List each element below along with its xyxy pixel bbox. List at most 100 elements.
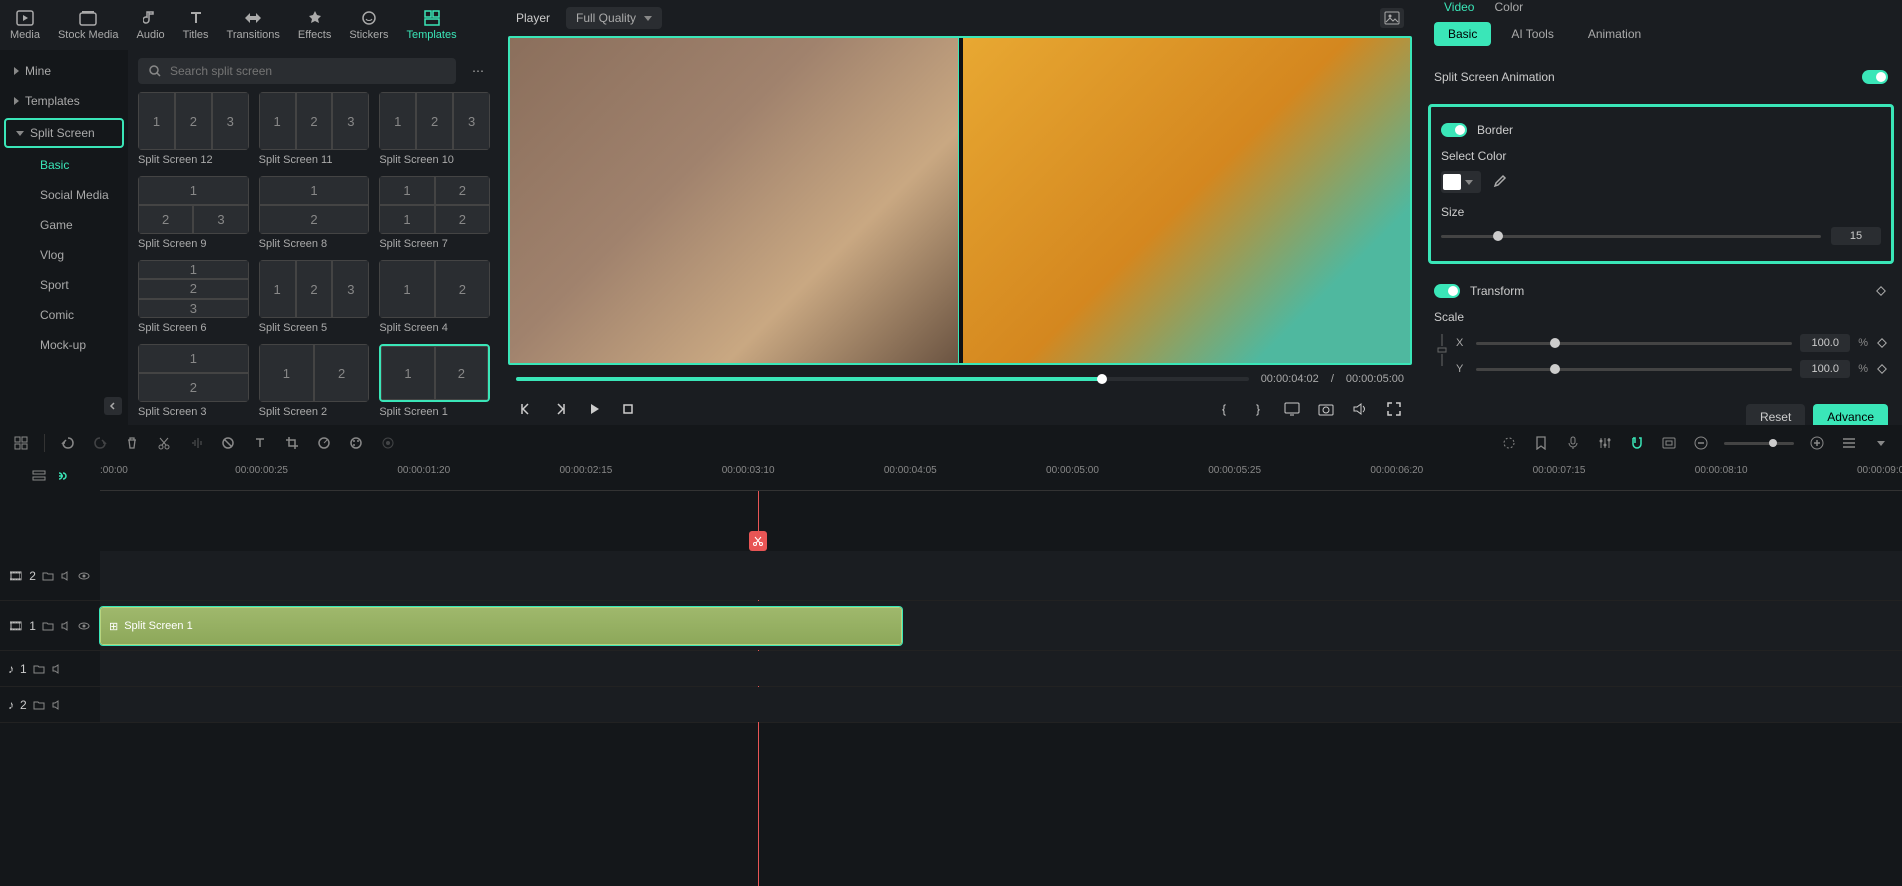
template-item[interactable]: 123Split Screen 12 xyxy=(138,92,249,166)
slider-handle[interactable] xyxy=(1550,364,1560,374)
mute-icon[interactable] xyxy=(60,620,72,632)
template-item[interactable]: 12Split Screen 3 xyxy=(138,344,249,417)
template-item[interactable]: 123Split Screen 5 xyxy=(259,260,370,334)
folder-icon[interactable] xyxy=(42,570,54,582)
track-body[interactable] xyxy=(100,551,1902,600)
mixer-icon[interactable] xyxy=(1596,434,1614,452)
magnetic-icon[interactable] xyxy=(1628,434,1646,452)
fit-icon[interactable] xyxy=(1840,434,1858,452)
sidebar-sub-comic[interactable]: Comic xyxy=(0,300,128,330)
template-item[interactable]: 123Split Screen 10 xyxy=(379,92,490,166)
mute-icon[interactable] xyxy=(60,570,72,582)
template-item[interactable]: 12Split Screen 2 xyxy=(259,344,370,417)
folder-icon[interactable] xyxy=(42,620,54,632)
sidebar-sub-sport[interactable]: Sport xyxy=(0,270,128,300)
snap-icon[interactable] xyxy=(1660,434,1678,452)
folder-icon[interactable] xyxy=(33,699,45,711)
folder-icon[interactable] xyxy=(33,663,45,675)
tab-media[interactable]: Media xyxy=(10,9,40,41)
speed-icon[interactable] xyxy=(315,434,333,452)
marker-icon[interactable] xyxy=(1532,434,1550,452)
player-viewer[interactable] xyxy=(508,36,1412,365)
voiceover-icon[interactable] xyxy=(1564,434,1582,452)
text-tool-icon[interactable] xyxy=(251,434,269,452)
tab-transitions[interactable]: Transitions xyxy=(227,9,280,41)
template-thumb[interactable]: 123 xyxy=(379,92,490,150)
tab-templates[interactable]: Templates xyxy=(406,9,456,41)
link-tracks-icon[interactable] xyxy=(54,469,68,483)
zoom-in-icon[interactable] xyxy=(1808,434,1826,452)
sidebar-sub-vlog[interactable]: Vlog xyxy=(0,240,128,270)
tab-audio[interactable]: Audio xyxy=(137,9,165,41)
template-thumb[interactable]: 123 xyxy=(138,260,249,318)
tab-video[interactable]: Video xyxy=(1444,0,1474,14)
template-item[interactable]: 123Split Screen 9 xyxy=(138,176,249,250)
sidebar-item-split-screen[interactable]: Split Screen xyxy=(4,118,124,148)
subtab-basic[interactable]: Basic xyxy=(1434,22,1491,46)
template-thumb[interactable]: 12 xyxy=(259,344,370,402)
slider-handle[interactable] xyxy=(1550,338,1560,348)
template-item[interactable]: 12Split Screen 4 xyxy=(379,260,490,334)
template-thumb[interactable]: 1212 xyxy=(379,176,490,234)
keyframe-icon[interactable] xyxy=(1876,337,1888,349)
undo-icon[interactable] xyxy=(59,434,77,452)
display-button[interactable] xyxy=(1282,399,1302,419)
timeline-clip[interactable]: ⊞ Split Screen 1 xyxy=(100,607,902,645)
mark-in-button[interactable]: { xyxy=(1214,399,1234,419)
volume-button[interactable] xyxy=(1350,399,1370,419)
grid-tool-icon[interactable] xyxy=(12,434,30,452)
tab-stickers[interactable]: Stickers xyxy=(349,9,388,41)
visibility-icon[interactable] xyxy=(78,620,90,632)
template-thumb[interactable]: 123 xyxy=(138,92,249,150)
more-button[interactable]: ⋯ xyxy=(466,59,490,83)
template-item[interactable]: 1212Split Screen 7 xyxy=(379,176,490,250)
template-thumb[interactable]: 123 xyxy=(138,176,249,234)
template-thumb[interactable]: 12 xyxy=(259,176,370,234)
tab-effects[interactable]: Effects xyxy=(298,9,331,41)
scale-x-value[interactable]: 100.0 xyxy=(1800,334,1850,352)
transform-toggle[interactable] xyxy=(1434,284,1460,298)
play-button[interactable] xyxy=(584,399,604,419)
mute-icon[interactable] xyxy=(51,663,63,675)
size-slider[interactable] xyxy=(1441,235,1821,238)
disable-icon[interactable] xyxy=(219,434,237,452)
zoom-handle[interactable] xyxy=(1769,439,1777,447)
template-thumb[interactable]: 123 xyxy=(259,260,370,318)
sidebar-item-mine[interactable]: Mine xyxy=(0,56,128,86)
seek-bar[interactable] xyxy=(516,377,1249,381)
audio-edit-icon[interactable] xyxy=(187,434,205,452)
zoom-out-icon[interactable] xyxy=(1692,434,1710,452)
scale-x-slider[interactable] xyxy=(1476,342,1792,345)
track-body[interactable] xyxy=(100,687,1902,722)
options-icon[interactable] xyxy=(1872,434,1890,452)
template-thumb[interactable]: 123 xyxy=(259,92,370,150)
redo-icon[interactable] xyxy=(91,434,109,452)
sidebar-sub-basic[interactable]: Basic xyxy=(0,150,128,180)
mute-icon[interactable] xyxy=(51,699,63,711)
cut-icon[interactable] xyxy=(155,434,173,452)
subtab-animation[interactable]: Animation xyxy=(1574,22,1655,46)
template-thumb[interactable]: 12 xyxy=(379,260,490,318)
template-thumb[interactable]: 12 xyxy=(138,344,249,402)
snapshot-button[interactable] xyxy=(1380,8,1404,28)
render-icon[interactable] xyxy=(1500,434,1518,452)
sidebar-sub-mockup[interactable]: Mock-up xyxy=(0,330,128,360)
color-tool-icon[interactable] xyxy=(347,434,365,452)
sidebar-sub-game[interactable]: Game xyxy=(0,210,128,240)
sidebar-sub-social-media[interactable]: Social Media xyxy=(0,180,128,210)
split-anim-toggle[interactable] xyxy=(1862,70,1888,84)
playhead-scissors-icon[interactable] xyxy=(749,531,767,551)
track-options-icon[interactable] xyxy=(32,469,46,483)
visibility-icon[interactable] xyxy=(78,570,90,582)
prev-frame-button[interactable] xyxy=(516,399,536,419)
slider-handle[interactable] xyxy=(1493,231,1503,241)
template-item[interactable]: 12Split Screen 1 xyxy=(379,344,490,417)
template-thumb[interactable]: 12 xyxy=(379,344,490,402)
fullscreen-button[interactable] xyxy=(1384,399,1404,419)
scale-y-value[interactable]: 100.0 xyxy=(1800,360,1850,378)
link-icon[interactable] xyxy=(1434,330,1450,370)
tab-color[interactable]: Color xyxy=(1494,0,1523,14)
tab-titles[interactable]: Titles xyxy=(183,9,209,41)
seek-handle[interactable] xyxy=(1097,374,1107,384)
template-item[interactable]: 12Split Screen 8 xyxy=(259,176,370,250)
